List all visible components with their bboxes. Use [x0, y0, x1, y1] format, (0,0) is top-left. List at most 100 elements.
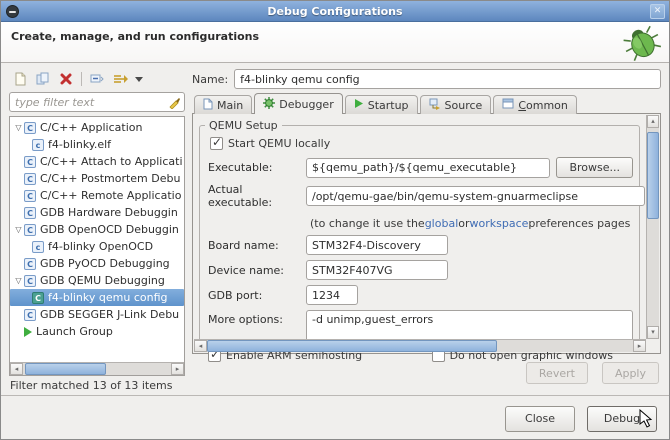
preferences-note: (to change it use the global or workspac… — [208, 214, 633, 232]
window-menu-icon[interactable] — [6, 5, 19, 18]
c-config-icon: C — [24, 224, 36, 236]
c-config-icon: c — [32, 139, 44, 151]
config-name-input[interactable] — [234, 69, 661, 89]
configurations-sidebar: ▽ C C/C++ Application c f4-blinky.elf C … — [9, 68, 185, 392]
c-config-icon: C — [24, 275, 36, 287]
c-config-icon: c — [32, 241, 44, 253]
dialog-header: Create, manage, and run configurations — [1, 22, 669, 63]
scroll-left-icon[interactable]: ◂ — [194, 340, 207, 352]
tab-common[interactable]: Common — [493, 95, 577, 114]
tree-item-cpp-remote[interactable]: C C/C++ Remote Applicatio — [10, 187, 184, 204]
tree-item-gdb-qemu[interactable]: ▽ C GDB QEMU Debugging — [10, 272, 184, 289]
board-name-label: Board name: — [208, 239, 306, 252]
tree-item-cpp-application[interactable]: ▽ C C/C++ Application — [10, 119, 184, 136]
tree-item-f4-blinky-openocd[interactable]: c f4-blinky OpenOCD — [10, 238, 184, 255]
sidebar-horizontal-scrollbar[interactable]: ◂ ▸ — [10, 362, 184, 375]
common-tab-icon — [502, 98, 514, 112]
startup-tab-icon — [354, 98, 364, 112]
scroll-right-icon[interactable]: ▸ — [633, 340, 646, 352]
tree-expander-icon[interactable]: ▽ — [13, 225, 24, 234]
tab-main[interactable]: Main — [194, 95, 252, 114]
tree-item-gdb-pyocd[interactable]: C GDB PyOCD Debugging — [10, 255, 184, 272]
debug-configurations-dialog: Debug Configurations ✕ Create, manage, a… — [0, 0, 670, 440]
start-qemu-locally-checkbox[interactable] — [210, 137, 223, 150]
titlebar: Debug Configurations ✕ — [1, 1, 669, 22]
toolbar-separator — [81, 72, 82, 86]
tree-expander-icon[interactable]: ▽ — [13, 123, 24, 132]
gdb-port-input[interactable] — [306, 285, 358, 305]
tab-startup[interactable]: Startup — [345, 95, 418, 114]
panel-vertical-scrollbar[interactable]: ▴ ▾ — [646, 115, 659, 339]
clear-filter-brush-icon[interactable] — [168, 96, 181, 112]
tree-item-launch-group[interactable]: Launch Group — [10, 323, 184, 340]
c-config-icon: C — [24, 122, 36, 134]
dialog-footer: Close Debug — [1, 395, 669, 440]
actual-executable-input[interactable] — [306, 186, 645, 206]
workspace-preferences-link[interactable]: workspace — [470, 217, 529, 230]
board-name-input[interactable] — [306, 235, 448, 255]
scroll-left-icon[interactable]: ◂ — [10, 363, 23, 375]
sidebar-toolbar — [9, 68, 185, 90]
bug-icon — [623, 24, 661, 65]
debugger-tab-icon — [263, 97, 275, 112]
tree-expander-icon[interactable]: ▽ — [13, 276, 24, 285]
browse-button[interactable]: Browse... — [556, 157, 633, 178]
c-config-icon: C — [24, 156, 36, 168]
tree-item-f4-blinky-qemu-config[interactable]: C f4-blinky qemu config — [10, 289, 184, 306]
duplicate-config-icon[interactable] — [34, 70, 52, 88]
scroll-up-icon[interactable]: ▴ — [647, 115, 659, 128]
global-preferences-link[interactable]: global — [425, 217, 459, 230]
more-options-textarea[interactable]: -d unimp,guest_errors — [306, 310, 633, 342]
c-config-icon: C — [24, 173, 36, 185]
tab-source[interactable]: Source — [420, 95, 492, 114]
start-qemu-locally-label: Start QEMU locally — [228, 137, 330, 150]
new-config-icon[interactable] — [11, 70, 29, 88]
tree-item-gdb-hardware[interactable]: C GDB Hardware Debuggin — [10, 204, 184, 221]
executable-input[interactable] — [306, 158, 550, 178]
c-config-icon: C — [24, 258, 36, 270]
actual-executable-label: Actual executable: — [208, 183, 306, 209]
debug-button[interactable]: Debug — [587, 406, 657, 432]
tree-item-gdb-segger[interactable]: C GDB SEGGER J-Link Debu — [10, 306, 184, 323]
scrollbar-thumb[interactable] — [647, 132, 659, 219]
tree-item-cpp-attach[interactable]: C C/C++ Attach to Applicati — [10, 153, 184, 170]
main-tab-icon — [203, 98, 213, 113]
apply-button[interactable]: Apply — [602, 362, 659, 384]
debugger-tab-panel: QEMU Setup Start QEMU locally Executable… — [192, 113, 661, 354]
device-name-input[interactable] — [306, 260, 448, 280]
c-config-icon: C — [24, 309, 36, 321]
scrollbar-thumb[interactable] — [25, 363, 106, 375]
window-title: Debug Configurations — [1, 5, 669, 18]
tree-rows: ▽ C C/C++ Application c f4-blinky.elf C … — [10, 119, 184, 362]
more-options-label: More options: — [208, 310, 306, 326]
scroll-right-icon[interactable]: ▸ — [171, 363, 184, 375]
tree-item-gdb-openocd[interactable]: ▽ C GDB OpenOCD Debuggin — [10, 221, 184, 238]
editor-tabs: Main Debugger Startup Source Common — [192, 93, 661, 114]
configurations-tree: ▽ C C/C++ Application c f4-blinky.elf C … — [9, 116, 185, 376]
name-label: Name: — [192, 73, 228, 86]
revert-button[interactable]: Revert — [526, 362, 588, 384]
filter-status: Filter matched 13 of 13 items — [9, 376, 185, 392]
delete-config-icon[interactable] — [57, 70, 75, 88]
executable-label: Executable: — [208, 161, 306, 174]
close-icon[interactable]: ✕ — [650, 4, 665, 19]
filter-box — [9, 92, 185, 112]
config-editor: Name: Main Debugger Startup S — [192, 68, 661, 392]
tree-item-cpp-postmortem[interactable]: C C/C++ Postmortem Debu — [10, 170, 184, 187]
launch-group-play-icon — [24, 327, 32, 337]
tab-debugger[interactable]: Debugger — [254, 93, 342, 114]
scroll-down-icon[interactable]: ▾ — [647, 326, 659, 339]
tree-item-f4-blinky-elf[interactable]: c f4-blinky.elf — [10, 136, 184, 153]
filter-input[interactable] — [9, 92, 185, 112]
filter-configs-icon[interactable] — [111, 70, 129, 88]
device-name-label: Device name: — [208, 264, 306, 277]
dialog-header-title: Create, manage, and run configurations — [11, 30, 259, 43]
c-config-icon: C — [24, 207, 36, 219]
scrollbar-thumb[interactable] — [207, 340, 497, 352]
c-config-icon: C — [24, 190, 36, 202]
close-button[interactable]: Close — [505, 406, 575, 432]
dropdown-caret-icon[interactable] — [134, 70, 144, 88]
collapse-all-icon[interactable] — [88, 70, 106, 88]
panel-horizontal-scrollbar[interactable]: ◂ ▸ — [194, 339, 646, 352]
qemu-setup-group-label: QEMU Setup — [205, 119, 282, 132]
